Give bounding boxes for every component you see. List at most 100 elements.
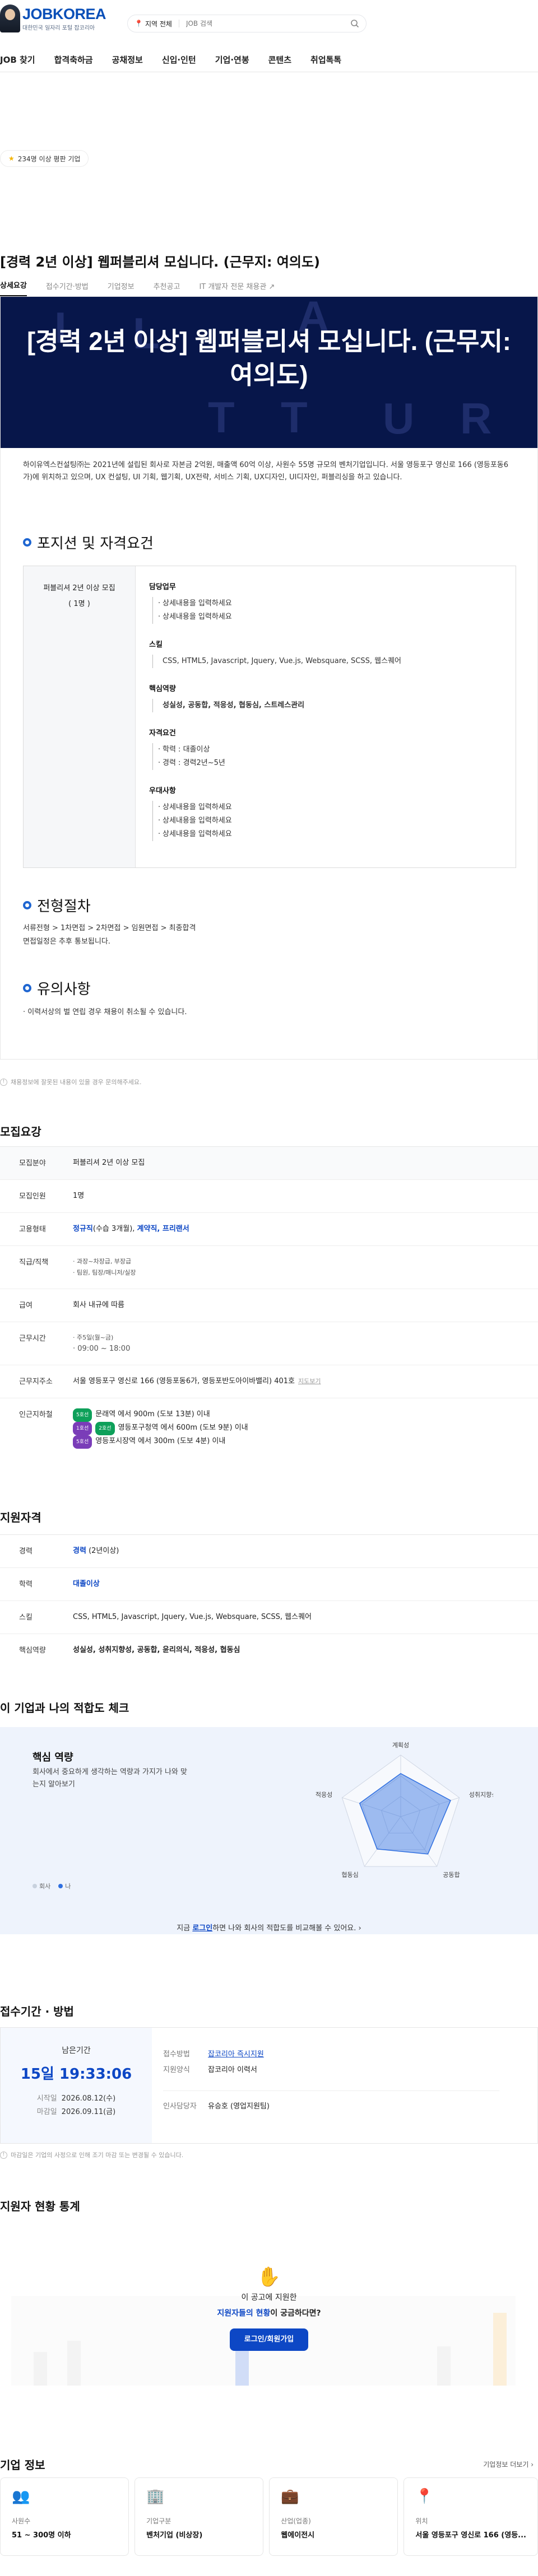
search-icon[interactable] xyxy=(350,19,359,28)
group-duties: 담당업무 상세내용을 입력하세요 상세내용을 입력하세요 xyxy=(149,581,508,624)
main-nav: JOB 찾기 합격축하금 공채정보 신입·인턴 기업·연봉 콘텐츠 취업톡톡 xyxy=(0,48,538,72)
search-bar: 📍 지역 전체 xyxy=(127,15,367,32)
table-row: 스킬 CSS, HTML5, Javascript, Jquery, Vue.j… xyxy=(0,1601,538,1634)
header: JOBKOREA 대한민국 일자리 포털 잡코리아 📍 지역 전체 xyxy=(0,0,538,48)
login-signup-button[interactable]: 로그인/회원가입 xyxy=(230,2328,308,2351)
subway-item: 5호선 문래역 에서 900m (도보 13분) 이내 xyxy=(73,1408,538,1422)
external-link-icon: ↗ xyxy=(268,283,275,291)
section-bullet-icon xyxy=(23,538,31,547)
table-row: 학력 대졸이상 xyxy=(0,1568,538,1601)
tab-detail[interactable]: 상세요강 xyxy=(0,279,27,296)
banner-title: [경력 2년 이상] 웹퍼블리셔 모십니다. (근무지: 여의도) xyxy=(27,327,511,389)
hand-icon: ✋ xyxy=(257,2266,281,2288)
nav-contents[interactable]: 콘텐츠 xyxy=(268,54,291,66)
period-title: 접수기간 · 방법 xyxy=(0,2005,74,2018)
stats-title: 지원자 현황 통계 xyxy=(0,2200,80,2213)
company-card-type: 🏢 기업구분 벤처기업 (비상장) xyxy=(134,2477,264,2556)
recruit-table: 모집분야 퍼블리셔 2년 이상 모집 모집인원 1명 고용형태 정규직(수습 3… xyxy=(0,1146,538,1459)
logo-text: JOBKOREA xyxy=(22,5,106,22)
table-row: 모집인원 1명 xyxy=(0,1180,538,1213)
period-panel: 남은기간 15일 19:33:06 시작일 2026.08.12(수) 마감일 20… xyxy=(0,2027,538,2144)
job-title: [경력 2년 이상] 웹퍼블리셔 모십니다. (근무지: 여의도) xyxy=(0,254,321,270)
position-summary: 퍼블리셔 2년 이상 모집 ( 1명 ) xyxy=(24,566,136,867)
fit-legend: 회사 나 xyxy=(33,1882,71,1891)
company-title: 기업 정보 xyxy=(0,2458,45,2472)
table-row: 고용형태 정규직(수습 3개월), 계약직, 프리랜서 xyxy=(0,1213,538,1246)
tab-recommend[interactable]: 추천공고 xyxy=(154,281,180,296)
table-row: 근무지주소 서울 영등포구 영신로 166 (영등포동6가, 영등포반도아이바밸… xyxy=(0,1365,538,1398)
table-row: 인근지하철 5호선 문래역 에서 900m (도보 13분) 이내 1호선 2호선 영… xyxy=(0,1398,538,1459)
fit-title: 이 기업과 나의 적합도 체크 xyxy=(0,1701,129,1715)
radar-chart: 계획성성취지향성공동합 협동심 적응성 xyxy=(316,1742,493,1879)
radar-axis-label: 협동심 xyxy=(341,1872,358,1879)
info-icon: ! xyxy=(0,2151,7,2159)
nav-intern[interactable]: 신입·인턴 xyxy=(162,54,196,66)
logo[interactable]: JOBKOREA 대한민국 일자리 포털 잡코리아 xyxy=(0,4,106,32)
radar-axis-label: 성취지향성 xyxy=(469,1791,493,1798)
table-row: 근무시간 · 주5일(월~금) · 09:00 ~ 18:00 xyxy=(0,1322,538,1365)
section-bullet-icon xyxy=(23,984,31,992)
section-process-title: 전형절차 xyxy=(23,895,91,916)
nav-bonus[interactable]: 합격축하금 xyxy=(54,54,93,66)
process-steps: 서류전형 > 1차면접 > 2차면접 > 임원면접 > 최종합격 면접일정은 추… xyxy=(23,924,196,946)
job-detail-card: I T A T U R L [경력 2년 이상] 웹퍼블리셔 모십니다. (근무… xyxy=(0,297,538,1060)
period-notice: ! 마감일은 기업의 사정으로 인해 조기 마감 또는 변경될 수 있습니다. xyxy=(0,2150,183,2159)
qualify-title: 지원자격 xyxy=(0,1511,41,1524)
info-icon: ! xyxy=(0,1078,7,1086)
qualify-table: 경력 경력 (2년이상) 학력 대졸이상 스킬 CSS, HTML5, Java… xyxy=(0,1534,538,1667)
section-caution-title: 유의사항 xyxy=(23,978,91,998)
subway-item: 1호선 2호선 영등포구청역 에서 600m (도보 9분) 이내 xyxy=(73,1422,538,1435)
chevron-right-icon[interactable]: › xyxy=(359,1924,361,1933)
login-link[interactable]: 로그인 xyxy=(192,1924,212,1933)
detail-notice[interactable]: ! 채용정보에 잘못된 내용이 있을 경우 문의해주세요. xyxy=(0,1077,142,1086)
job-banner: I T A T U R L [경력 2년 이상] 웹퍼블리셔 모십니다. (근무… xyxy=(1,297,537,448)
company-cards: 👥 사원수 51 ~ 300명 이하 🏢 기업구분 벤처기업 (비상장) 💼 산… xyxy=(0,2477,538,2556)
radar-axis-label: 공동합 xyxy=(443,1872,460,1879)
table-row: 직급/직책 · 과장~차장급, 부장급 · 팀원, 팀장/매니저/실장 xyxy=(0,1246,538,1289)
people-icon: 👥 xyxy=(12,2488,30,2505)
position-table: 퍼블리셔 2년 이상 모집 ( 1명 ) 담당업무 상세내용을 입력하세요 상세… xyxy=(23,566,516,868)
tab-period[interactable]: 접수기간·방법 xyxy=(46,281,89,296)
legend-company: 회사 xyxy=(33,1882,50,1891)
map-view-link[interactable]: 지도보기 xyxy=(298,1378,321,1385)
table-row: 경력 경력 (2년이상) xyxy=(0,1535,538,1568)
remaining-time: 남은기간 15일 19:33:06 시작일 2026.08.12(수) 마감일 20… xyxy=(1,2028,152,2143)
position-requirements: 담당업무 상세내용을 입력하세요 상세내용을 입력하세요 스킬 CSS, HTM… xyxy=(149,581,508,856)
nav-talk[interactable]: 취업톡톡 xyxy=(310,54,341,66)
group-core: 핵심역량 성실성, 공동합, 적응성, 협동심, 스트레스관리 xyxy=(149,683,508,712)
radar-axis-label: 계획성 xyxy=(392,1742,409,1749)
company-more-link[interactable]: 기업정보 더보기 › xyxy=(483,2460,534,2469)
reputation-badge[interactable]: ★ 234명 이상 평판 기업 xyxy=(0,150,89,167)
briefcase-icon: 💼 xyxy=(281,2488,299,2505)
company-card-industry: 💼 산업(업종) 웹에이전시 xyxy=(269,2477,398,2556)
section-position-title: 포지션 및 자격요건 xyxy=(23,532,154,553)
location-pin-icon: 📍 xyxy=(134,20,143,27)
fit-login-prompt: 지금 로그인하면 나와 회사의 적합도를 비교해볼 수 있어요. › xyxy=(177,1924,361,1933)
company-intro: 하이유엑스컨설팅㈜는 2021년에 설립된 회사로 자본금 2억원, 매출액 6… xyxy=(23,461,509,482)
building-icon: 🏢 xyxy=(146,2488,165,2505)
nav-job-search[interactable]: JOB 찾기 xyxy=(0,54,35,66)
recruit-title: 모집요강 xyxy=(0,1125,41,1138)
stats-login-prompt: ✋ 이 공고에 지원한 지원자들의 현황이 궁금하다면? 로그인/회원가입 xyxy=(185,2266,353,2351)
apply-method: 접수방법 잡코리아 즉시지원 지원양식 잡코리아 이력서 인사담당자 유승호 (영업지… xyxy=(163,2047,499,2115)
logo-subtitle: 대한민국 일자리 포털 잡코리아 xyxy=(22,25,95,31)
nav-company-salary[interactable]: 기업·연봉 xyxy=(215,54,249,66)
region-select[interactable]: 📍 지역 전체 xyxy=(134,19,172,29)
tab-company[interactable]: 기업정보 xyxy=(108,281,134,296)
tab-it-developer[interactable]: IT 개발자 전문 채용관 ↗ xyxy=(199,281,275,296)
legend-me: 나 xyxy=(58,1882,71,1891)
table-row: 모집분야 퍼블리셔 2년 이상 모집 xyxy=(0,1147,538,1180)
company-card-employees: 👥 사원수 51 ~ 300명 이하 xyxy=(0,2477,129,2556)
table-row: 급여 회사 내규에 따름 xyxy=(0,1289,538,1322)
search-input[interactable] xyxy=(185,20,350,27)
location-pin-icon: 📍 xyxy=(415,2488,434,2505)
group-skills: 스킬 CSS, HTML5, Javascript, Jquery, Vue.j… xyxy=(149,638,508,668)
star-icon: ★ xyxy=(8,155,15,162)
caution-text: · 이력서상의 벌 연립 경우 채용이 취소될 수 있습니다. xyxy=(23,1008,187,1016)
nav-public-recruit[interactable]: 공채정보 xyxy=(112,54,143,66)
apply-method-link[interactable]: 잡코리아 즉시지원 xyxy=(208,2047,264,2062)
group-preferred: 우대사항 상세내용을 입력하세요 상세내용을 입력하세요 상세내용을 입력하세요 xyxy=(149,785,508,841)
table-row: 핵심역량 성실성, 성취지향성, 공동합, 윤리의식, 적응성, 협동심 xyxy=(19,1646,240,1655)
fit-check-panel: 핵심 역량 회사에서 중요하게 생각하는 역량과 가지가 나와 맞는지 알아보기… xyxy=(0,1727,538,1934)
subway-item: 5호선 영등포시장역 에서 300m (도보 4분) 이내 xyxy=(73,1435,538,1449)
